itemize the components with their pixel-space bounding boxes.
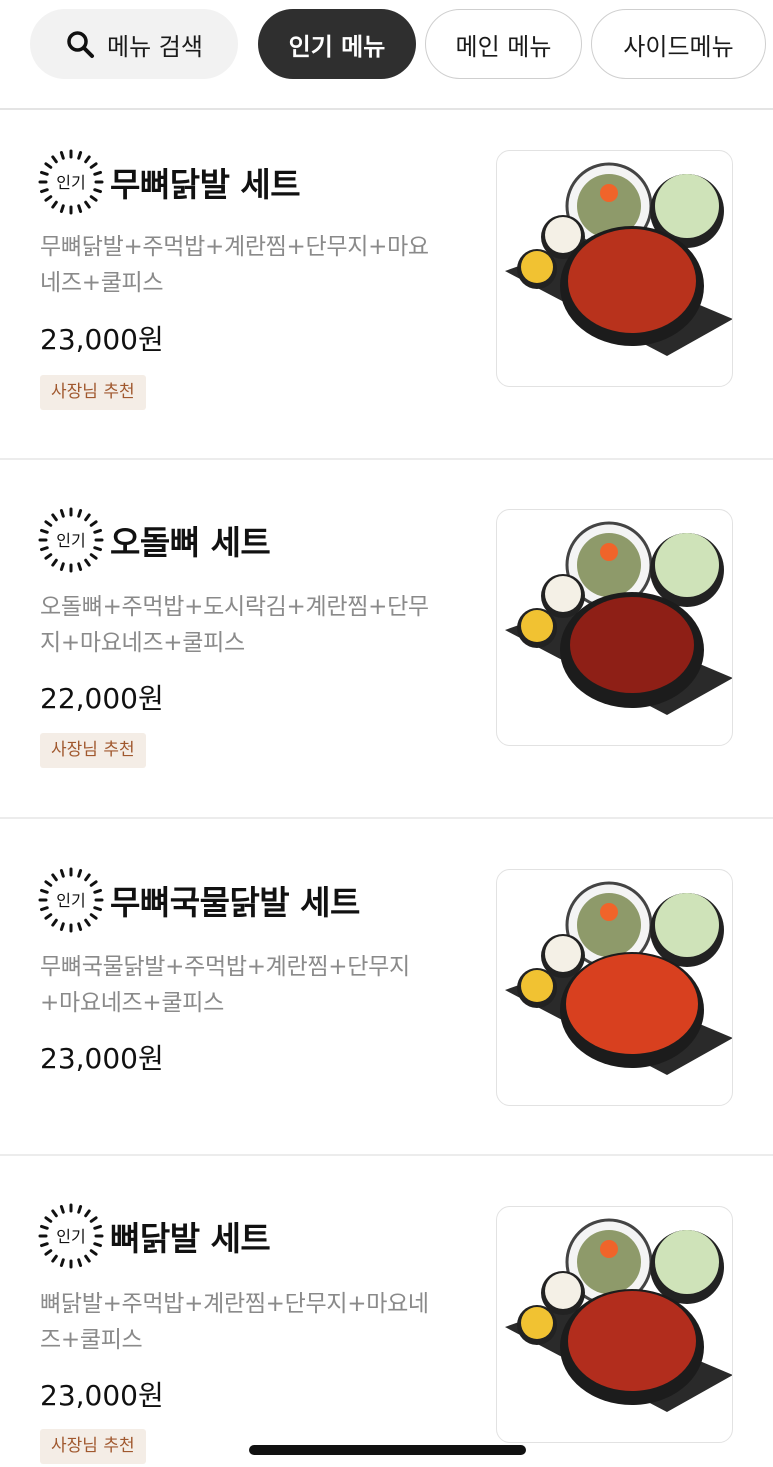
menu-search-label: 메뉴 검색 — [107, 32, 203, 61]
menu-item-photo — [496, 150, 733, 387]
menu-item[interactable]: 인기 오돌뼈 세트 오돌뼈+주먹밥+도시락김+계란찜+단무 지+마요네즈+쿨피스… — [0, 460, 773, 817]
menu-item[interactable]: 인기 뼈닭발 세트 뼈닭발+주먹밥+계란찜+단무지+마요네 즈+쿨피스 23,0… — [0, 1156, 773, 1467]
popular-badge-icon: 인기 — [38, 507, 104, 573]
food-set-image — [505, 521, 732, 715]
popular-badge-icon: 인기 — [38, 149, 104, 215]
popular-badge-icon: 인기 — [38, 1203, 104, 1269]
menu-item[interactable]: 인기 무뼈닭발 세트 무뼈닭발+주먹밥+계란찜+단무지+마요 네즈+쿨피스 23… — [0, 111, 773, 458]
popular-badge-text: 인기 — [56, 891, 85, 910]
popular-badge-text: 인기 — [56, 173, 85, 192]
food-set-image — [505, 881, 732, 1075]
menu-item-price: 23,000원 — [40, 1042, 164, 1075]
tab-popular-menu[interactable]: 인기 메뉴 — [258, 9, 416, 79]
food-set-image — [505, 162, 732, 356]
menu-tab-bar: 메뉴 검색 인기 메뉴 메인 메뉴 사이드메뉴 — [0, 0, 773, 110]
menu-item-description-line: 오돌뼈+주먹밥+도시락김+계란찜+단무 — [40, 594, 429, 620]
menu-item-price: 23,000원 — [40, 323, 164, 356]
menu-item-photo — [496, 1206, 733, 1443]
popular-badge-text: 인기 — [56, 531, 85, 550]
owner-recommend-badge: 사장님 추천 — [40, 1429, 146, 1464]
menu-item-price: 22,000원 — [40, 682, 164, 715]
menu-search-button[interactable]: 메뉴 검색 — [30, 9, 238, 79]
menu-item-price: 23,000원 — [40, 1379, 164, 1412]
menu-item-description: 무뼈닭발+주먹밥+계란찜+단무지+마요 네즈+쿨피스 — [40, 229, 470, 301]
tab-main-label: 메인 메뉴 — [455, 32, 552, 61]
menu-item-description: 무뼈국물닭발+주먹밥+계란찜+단무지 +마요네즈+쿨피스 — [40, 949, 470, 1021]
menu-item-description-line: 네즈+쿨피스 — [40, 270, 164, 296]
search-icon — [67, 31, 95, 58]
popular-badge-text: 인기 — [56, 1227, 85, 1246]
menu-item-description-line: +마요네즈+쿨피스 — [40, 990, 224, 1016]
menu-item-photo — [496, 869, 733, 1106]
menu-item-photo — [496, 509, 733, 746]
owner-recommend-badge: 사장님 추천 — [40, 733, 146, 768]
home-indicator — [249, 1445, 526, 1455]
tab-side-menu[interactable]: 사이드메뉴 — [591, 9, 766, 79]
menu-item-description-line: 지+마요네즈+쿨피스 — [40, 630, 245, 656]
popular-badge-icon: 인기 — [38, 867, 104, 933]
tab-main-menu[interactable]: 메인 메뉴 — [425, 9, 582, 79]
menu-item-name: 무뼈국물닭발 세트 — [110, 883, 360, 922]
menu-item-description-line: 즈+쿨피스 — [40, 1327, 143, 1353]
tab-popular-label: 인기 메뉴 — [288, 32, 386, 61]
menu-item-name: 무뼈닭발 세트 — [110, 165, 301, 204]
menu-item[interactable]: 인기 무뼈국물닭발 세트 무뼈국물닭발+주먹밥+계란찜+단무지 +마요네즈+쿨피… — [0, 819, 773, 1154]
menu-item-description: 뼈닭발+주먹밥+계란찜+단무지+마요네 즈+쿨피스 — [40, 1286, 470, 1358]
owner-recommend-badge: 사장님 추천 — [40, 375, 146, 410]
menu-item-name: 뼈닭발 세트 — [110, 1219, 271, 1258]
menu-item-name: 오돌뼈 세트 — [110, 523, 271, 562]
menu-item-description-line: 뼈닭발+주먹밥+계란찜+단무지+마요네 — [40, 1291, 429, 1317]
menu-item-description-line: 무뼈닭발+주먹밥+계란찜+단무지+마요 — [40, 234, 429, 260]
tab-side-label: 사이드메뉴 — [623, 32, 734, 61]
menu-item-description: 오돌뼈+주먹밥+도시락김+계란찜+단무 지+마요네즈+쿨피스 — [40, 589, 470, 661]
food-set-image — [505, 1218, 732, 1412]
menu-item-description-line: 무뼈국물닭발+주먹밥+계란찜+단무지 — [40, 954, 410, 980]
